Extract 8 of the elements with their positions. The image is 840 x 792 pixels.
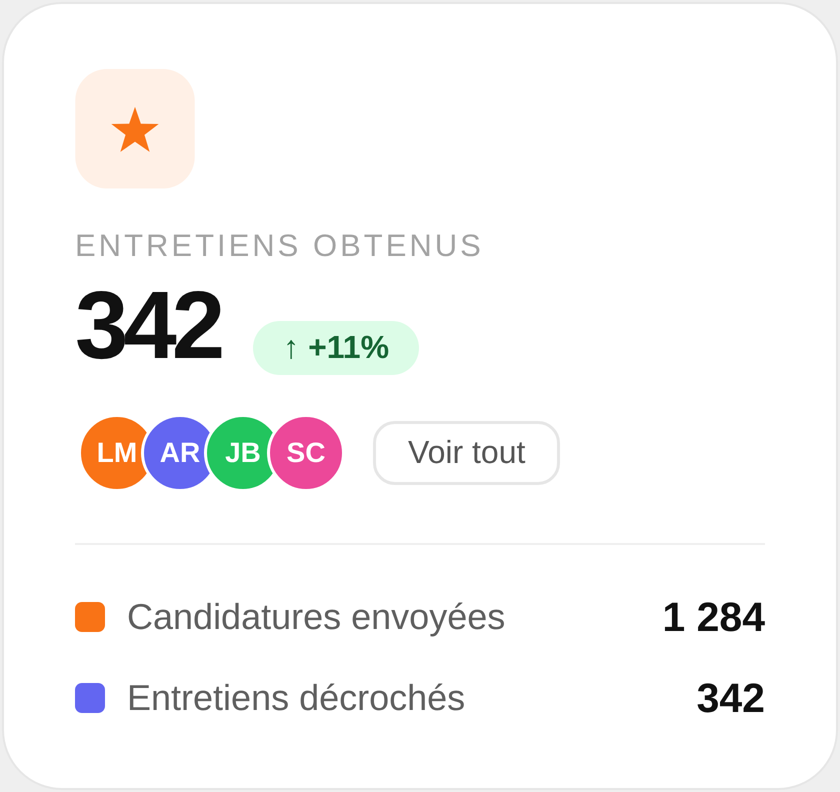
view-all-button[interactable]: Voir tout [373,420,560,485]
change-badge: ↑ +11% [253,320,420,375]
metric-value: 342 [75,278,220,374]
legend-value: 1 284 [662,594,765,641]
legend-label: Candidatures envoyées [127,596,506,638]
legend-label: Entretiens décrochés [127,677,466,720]
legend-value: 342 [696,674,765,722]
metric-label: ENTRETIENS OBTENUS [75,228,484,264]
